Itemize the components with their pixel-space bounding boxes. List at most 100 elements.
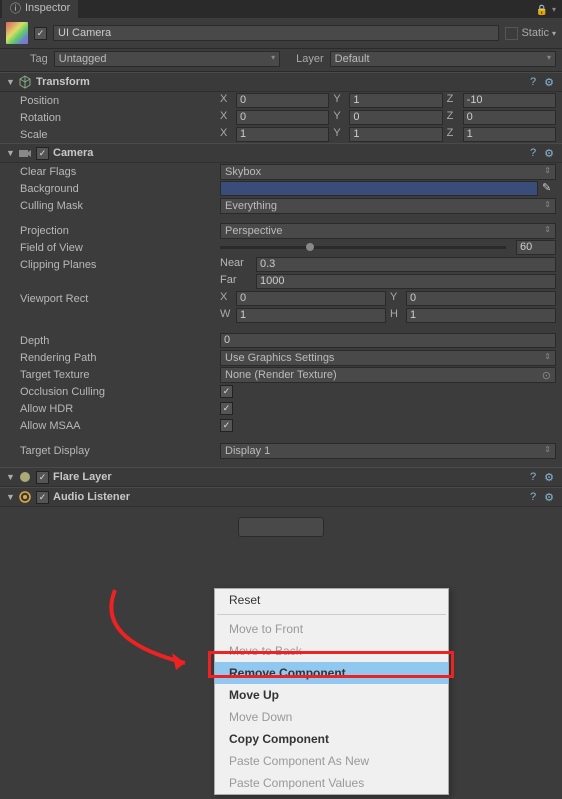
menu-separator [217,614,446,615]
viewport-w[interactable]: 1 [236,308,386,323]
target-display-dropdown[interactable]: Display 1 [220,443,556,459]
viewport-label: Viewport Rect [20,293,220,305]
gameobject-header: ✓ UI Camera Static ▾ [0,18,562,49]
tag-dropdown[interactable]: Untagged [54,51,280,67]
rotation-label: Rotation [20,112,220,124]
hdr-label: Allow HDR [20,403,220,415]
hdr-checkbox[interactable]: ✓ [220,402,233,415]
projection-label: Projection [20,225,220,237]
fov-slider[interactable] [220,240,506,255]
gear-icon[interactable]: ⚙ [542,470,556,484]
far-label: Far [220,274,252,289]
foldout-icon[interactable]: ▼ [6,472,14,482]
background-label: Background [20,183,220,195]
msaa-label: Allow MSAA [20,420,220,432]
tab-title: Inspector [25,2,70,14]
menu-paste-values[interactable]: Paste Component Values [215,772,448,794]
clipping-far[interactable]: 1000 [256,274,556,289]
menu-move-down[interactable]: Move Down [215,706,448,728]
position-label: Position [20,95,220,107]
rotation-y[interactable]: 0 [349,110,442,125]
help-icon[interactable]: ? [526,146,540,160]
scale-label: Scale [20,129,220,141]
gameobject-name-field[interactable]: UI Camera [53,25,499,41]
target-texture-field[interactable]: None (Render Texture) [220,367,556,383]
depth-label: Depth [20,335,220,347]
tab-bar: ⓘ Inspector 🔒 ▾ [0,0,562,18]
gameobject-icon[interactable] [6,22,28,44]
transform-header[interactable]: ▼ Transform ?⚙ [0,72,562,92]
lock-icon[interactable]: 🔒 [536,5,548,16]
culling-mask-dropdown[interactable]: Everything [220,198,556,214]
camera-header[interactable]: ▼ ✓ Camera ?⚙ [0,143,562,163]
menu-move-front[interactable]: Move to Front [215,618,448,640]
gear-icon[interactable]: ⚙ [542,146,556,160]
inspector-tab[interactable]: ⓘ Inspector [2,0,78,18]
position-y[interactable]: 1 [349,93,442,108]
scale-y[interactable]: 1 [349,127,442,142]
clear-flags-dropdown[interactable]: Skybox [220,164,556,180]
foldout-icon[interactable]: ▼ [6,77,14,87]
flare-layer-header[interactable]: ▼ ✓ Flare Layer ?⚙ [0,467,562,487]
rendering-path-label: Rendering Path [20,352,220,364]
menu-copy-component[interactable]: Copy Component [215,728,448,750]
eyedropper-icon[interactable]: ✎ [542,181,556,196]
foldout-icon[interactable]: ▼ [6,148,14,158]
near-label: Near [220,257,252,272]
tab-menu-icon[interactable]: ▾ [552,5,556,16]
menu-reset[interactable]: Reset [215,589,448,611]
foldout-icon[interactable]: ▼ [6,492,14,502]
audio-listener-header[interactable]: ▼ ✓ Audio Listener ?⚙ [0,487,562,507]
audio-enabled-checkbox[interactable]: ✓ [36,491,49,504]
camera-title: Camera [53,147,522,159]
target-texture-label: Target Texture [20,369,220,381]
depth-field[interactable]: 0 [220,333,556,348]
culling-mask-label: Culling Mask [20,200,220,212]
static-dropdown-icon[interactable]: ▾ [552,29,556,38]
rotation-z[interactable]: 0 [463,110,556,125]
audio-icon [18,490,32,504]
msaa-checkbox[interactable]: ✓ [220,419,233,432]
context-menu: Reset Move to Front Move to Back Remove … [214,588,449,795]
clear-flags-label: Clear Flags [20,166,220,178]
camera-icon [18,146,32,160]
position-x[interactable]: 0 [236,93,329,108]
rendering-path-dropdown[interactable]: Use Graphics Settings [220,350,556,366]
projection-dropdown[interactable]: Perspective [220,223,556,239]
rotation-x[interactable]: 0 [236,110,329,125]
target-display-label: Target Display [20,445,220,457]
scale-x[interactable]: 1 [236,127,329,142]
viewport-y[interactable]: 0 [406,291,556,306]
add-component-button[interactable] [238,517,323,537]
help-icon[interactable]: ? [526,490,540,504]
viewport-h[interactable]: 1 [406,308,556,323]
static-checkbox[interactable] [505,27,518,40]
menu-move-up[interactable]: Move Up [215,684,448,706]
fov-label: Field of View [20,242,220,254]
flare-icon [18,470,32,484]
gear-icon[interactable]: ⚙ [542,490,556,504]
occlusion-label: Occlusion Culling [20,386,220,398]
scale-z[interactable]: 1 [463,127,556,142]
viewport-x[interactable]: 0 [236,291,386,306]
position-z[interactable]: -10 [463,93,556,108]
transform-title: Transform [36,76,522,88]
gameobject-active-checkbox[interactable]: ✓ [34,27,47,40]
help-icon[interactable]: ? [526,75,540,89]
gear-icon[interactable]: ⚙ [542,75,556,89]
tag-label: Tag [30,53,48,65]
clipping-near[interactable]: 0.3 [256,257,556,272]
fov-value[interactable]: 60 [516,240,556,255]
layer-label: Layer [296,53,324,65]
flare-layer-title: Flare Layer [53,471,522,483]
transform-icon [18,75,32,89]
occlusion-checkbox[interactable]: ✓ [220,385,233,398]
help-icon[interactable]: ? [526,470,540,484]
layer-dropdown[interactable]: Default [330,51,556,67]
audio-listener-title: Audio Listener [53,491,522,503]
camera-enabled-checkbox[interactable]: ✓ [36,147,49,160]
menu-paste-new[interactable]: Paste Component As New [215,750,448,772]
flare-enabled-checkbox[interactable]: ✓ [36,471,49,484]
background-color-field[interactable] [220,181,538,196]
static-label: Static [521,27,549,39]
